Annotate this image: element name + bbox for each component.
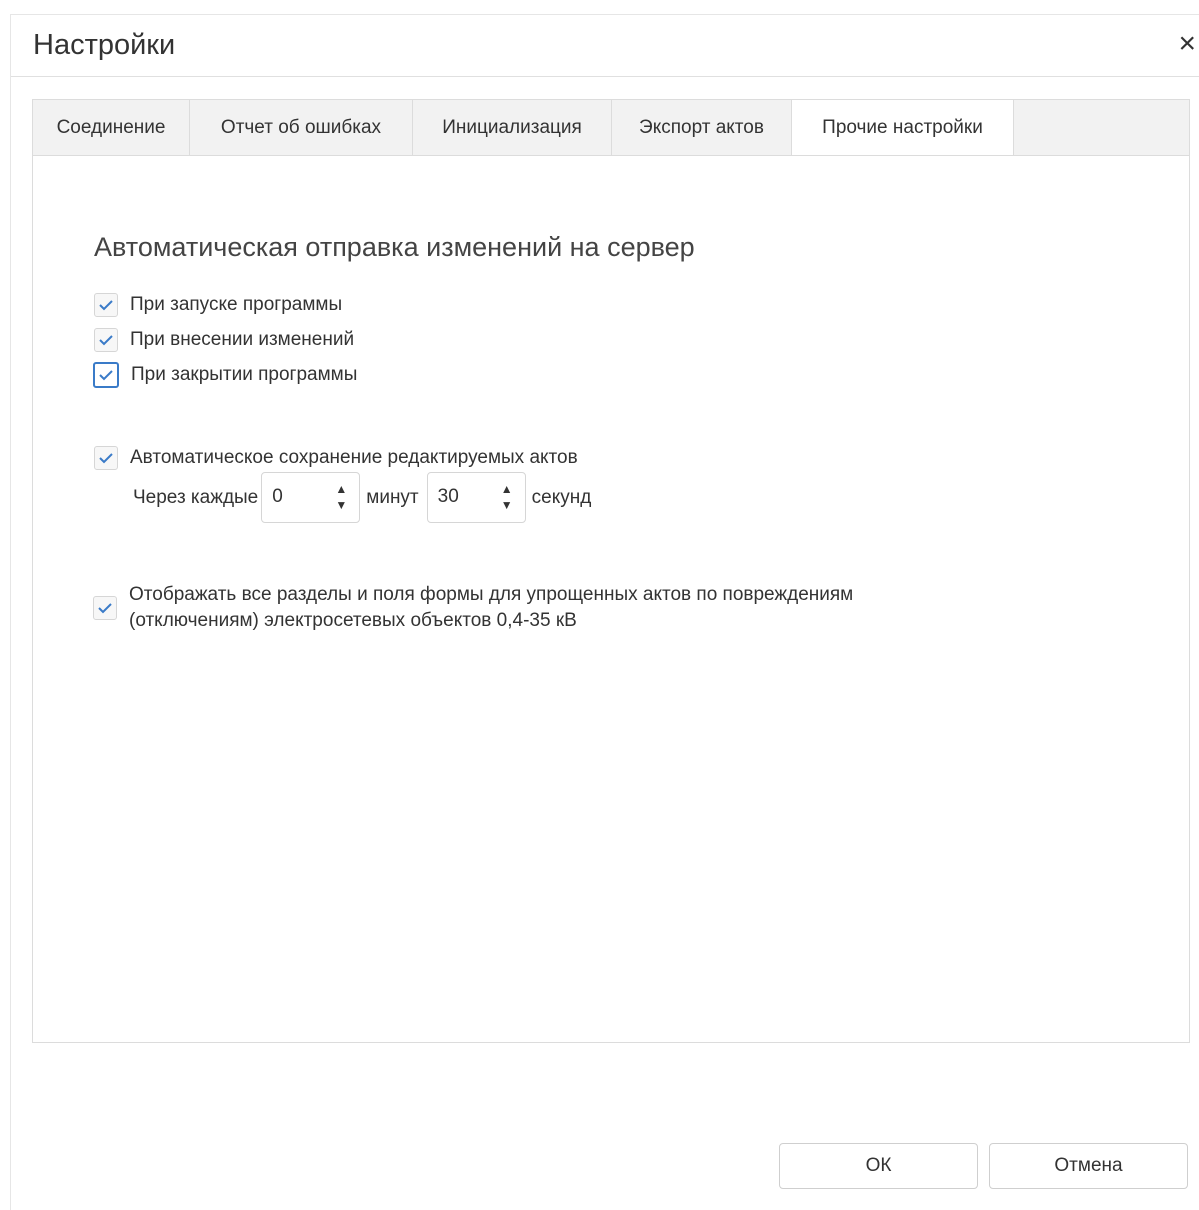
checkbox-label: При закрытии программы (131, 364, 358, 385)
checkbox-row-on-change: При внесении изменений (94, 328, 354, 352)
checkbox-label: Отображать все разделы и поля формы для … (129, 582, 853, 634)
tab-other-settings[interactable]: Прочие настройки (792, 100, 1014, 157)
checkbox-on-change[interactable] (94, 328, 118, 352)
seconds-stepper[interactable]: 30 ▲ ▼ (426, 472, 526, 523)
settings-dialog: Настройки × Соединение Отчет об ошибках … (10, 14, 1199, 1210)
close-icon[interactable]: × (1178, 29, 1196, 59)
checkbox-row-on-start: При запуске программы (94, 293, 342, 317)
seconds-label: секунд (531, 486, 592, 508)
tab-initialization[interactable]: Инициализация (413, 100, 612, 156)
checkbox-row-show-all: Отображать все разделы и поля формы для … (93, 582, 853, 634)
dialog-title: Настройки (33, 29, 176, 61)
checkbox-label: При запуске программы (130, 294, 343, 315)
checkbox-show-all[interactable] (93, 596, 117, 620)
tab-connection[interactable]: Соединение (33, 100, 190, 156)
stepper-down-icon[interactable]: ▼ (501, 497, 513, 513)
checkbox-label-line1: Отображать все разделы и поля формы для … (129, 584, 854, 605)
checkmark-icon (99, 335, 113, 346)
tab-error-report[interactable]: Отчет об ошибках (190, 100, 413, 156)
autosave-interval-row: Через каждые 0 ▲ ▼ минут 30 ▲ ▼ секунд (133, 472, 591, 523)
checkbox-on-start[interactable] (94, 293, 118, 317)
checkmark-icon (99, 370, 113, 381)
stepper-up-icon[interactable]: ▲ (501, 481, 513, 497)
tab-panel-other-settings: Автоматическая отправка изменений на сер… (32, 155, 1190, 1043)
checkbox-autosave[interactable] (94, 446, 118, 470)
interval-prefix: Через каждые (133, 486, 259, 508)
title-divider (11, 76, 1199, 77)
checkmark-icon (98, 603, 112, 614)
stepper-up-icon[interactable]: ▲ (335, 481, 347, 497)
tab-export-acts[interactable]: Экспорт актов (612, 100, 792, 156)
checkbox-row-on-close: При закрытии программы (93, 362, 357, 388)
checkmark-icon (99, 300, 113, 311)
checkbox-label: При внесении изменений (130, 329, 355, 350)
ok-button[interactable]: ОК (779, 1143, 978, 1189)
tab-bar: Соединение Отчет об ошибках Инициализаци… (32, 99, 1190, 157)
minutes-value[interactable]: 0 (272, 486, 283, 508)
checkbox-on-close[interactable] (93, 362, 119, 388)
minutes-label: минут (366, 486, 419, 508)
checkmark-icon (99, 453, 113, 464)
cancel-button[interactable]: Отмена (989, 1143, 1188, 1189)
section-title: Автоматическая отправка изменений на сер… (94, 232, 695, 262)
seconds-value[interactable]: 30 (438, 486, 459, 508)
checkbox-label: Автоматическое сохранение редактируемых … (130, 447, 578, 468)
checkbox-label-line2: (отключениям) электросетевых объектов 0,… (129, 610, 577, 631)
minutes-stepper[interactable]: 0 ▲ ▼ (261, 472, 361, 523)
checkbox-row-autosave: Автоматическое сохранение редактируемых … (94, 446, 578, 470)
stepper-down-icon[interactable]: ▼ (335, 497, 347, 513)
